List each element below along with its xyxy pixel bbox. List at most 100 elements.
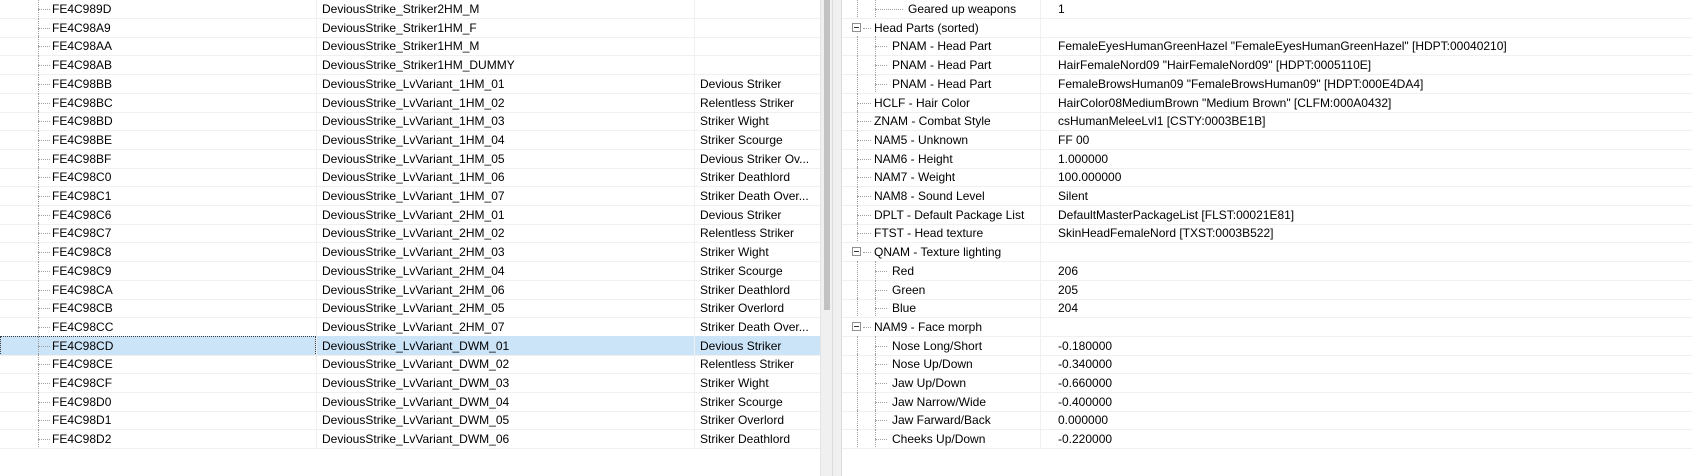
- record-formid-cell[interactable]: FE4C98CC: [0, 317, 316, 337]
- record-list-row[interactable]: FE4C98CC DeviousStrike_LvVariant_2HM_07 St…: [0, 316, 820, 337]
- record-formid-cell[interactable]: FE4C98BE: [0, 130, 316, 150]
- tree-field-label[interactable]: Jaw Farward/Back: [892, 410, 991, 430]
- record-list-row[interactable]: FE4C98D1 DeviousStrike_LvVariant_DWM_05 St…: [0, 410, 820, 431]
- tree-group-row[interactable]: NAM9 - Face morph: [842, 316, 1692, 337]
- record-editor-id-cell[interactable]: DeviousStrike_LvVariant_DWM_06: [316, 429, 694, 449]
- record-editor-id-cell[interactable]: DeviousStrike_LvVariant_DWM_02: [316, 354, 694, 374]
- record-editor-id-cell[interactable]: DeviousStrike_LvVariant_1HM_05: [316, 149, 694, 169]
- tree-field-row[interactable]: Jaw Up/Down -0.660000: [842, 373, 1692, 393]
- tree-field-value[interactable]: 205: [1058, 280, 1078, 300]
- tree-field-row[interactable]: ZNAM - Combat Style csHumanMeleeLvl1 [CST…: [842, 111, 1692, 132]
- record-editor-id-cell[interactable]: DeviousStrike_Striker1HM_DUMMY: [316, 55, 694, 75]
- record-formid-cell[interactable]: FE4C98C1: [0, 186, 316, 206]
- tree-field-row[interactable]: PNAM - Head Part FemaleBrowsHuman09 "Fema…: [842, 73, 1692, 94]
- record-name-cell[interactable]: Devious Striker: [694, 74, 820, 94]
- record-list-row[interactable]: FE4C98BC DeviousStrike_LvVariant_1HM_02 Re…: [0, 92, 820, 113]
- record-editor-id-cell[interactable]: DeviousStrike_LvVariant_2HM_07: [316, 317, 694, 337]
- record-formid-cell[interactable]: FE4C98CB: [0, 298, 316, 318]
- record-formid-cell[interactable]: FE4C98D2: [0, 429, 316, 449]
- record-name-cell[interactable]: Striker Scourge: [694, 261, 820, 281]
- record-name-cell[interactable]: Striker Deathlord: [694, 167, 820, 187]
- tree-field-value[interactable]: HairColor08MediumBrown "Medium Brown" [C…: [1058, 93, 1391, 113]
- tree-field-value[interactable]: FemaleBrowsHuman09 "FemaleBrowsHuman09" …: [1058, 74, 1423, 94]
- tree-field-value[interactable]: HairFemaleNord09 "HairFemaleNord09" [HDP…: [1058, 55, 1371, 75]
- tree-field-row[interactable]: Nose Long/Short -0.180000: [842, 335, 1692, 356]
- tree-field-value[interactable]: -0.180000: [1058, 336, 1112, 356]
- record-editor-id-cell[interactable]: DeviousStrike_LvVariant_DWM_03: [316, 373, 694, 393]
- tree-field-label[interactable]: PNAM - Head Part: [892, 55, 991, 75]
- record-editor-id-cell[interactable]: DeviousStrike_Striker1HM_M: [316, 36, 694, 56]
- tree-field-row[interactable]: NAM8 - Sound Level Silent: [842, 186, 1692, 206]
- record-name-cell[interactable]: Devious Striker Ov...: [694, 149, 820, 169]
- record-list-row[interactable]: FE4C98BE DeviousStrike_LvVariant_1HM_04 St…: [0, 129, 820, 150]
- tree-field-value[interactable]: csHumanMeleeLvl1 [CSTY:0003BE1B]: [1058, 111, 1265, 131]
- tree-group-row[interactable]: QNAM - Texture lighting: [842, 242, 1692, 263]
- record-formid-cell[interactable]: FE4C98A9: [0, 18, 316, 38]
- tree-field-value[interactable]: SkinHeadFemaleNord [TXST:0003B522]: [1058, 223, 1273, 243]
- record-formid-cell[interactable]: FE4C98AA: [0, 36, 316, 56]
- tree-field-row[interactable]: Red 206: [842, 260, 1692, 281]
- record-list-row[interactable]: FE4C98CB DeviousStrike_LvVariant_2HM_05 St…: [0, 298, 820, 319]
- tree-field-row[interactable]: Green 205: [842, 279, 1692, 300]
- record-list-row[interactable]: FE4C98BB DeviousStrike_LvVariant_1HM_01 De…: [0, 73, 820, 94]
- record-list-row[interactable]: FE4C98C0 DeviousStrike_LvVariant_1HM_06 St…: [0, 167, 820, 188]
- record-list-row[interactable]: FE4C98C1 DeviousStrike_LvVariant_1HM_07 St…: [0, 186, 820, 206]
- tree-field-label[interactable]: HCLF - Hair Color: [874, 93, 970, 113]
- record-formid-cell[interactable]: FE4C98D0: [0, 392, 316, 412]
- tree-field-value[interactable]: FF 00: [1058, 130, 1089, 150]
- tree-field-row[interactable]: Cheeks Up/Down -0.220000: [842, 429, 1692, 450]
- tree-field-label[interactable]: NAM6 - Height: [874, 149, 953, 169]
- record-formid-cell[interactable]: FE4C98C7: [0, 223, 316, 243]
- record-name-cell[interactable]: Striker Scourge: [694, 392, 820, 412]
- record-list-row[interactable]: FE4C98CF DeviousStrike_LvVariant_DWM_03 St…: [0, 373, 820, 393]
- tree-field-label[interactable]: Nose Long/Short: [892, 336, 982, 356]
- record-formid-cell[interactable]: FE4C98C0: [0, 167, 316, 187]
- record-list-row[interactable]: FE4C98CA DeviousStrike_LvVariant_2HM_06 St…: [0, 279, 820, 300]
- record-editor-id-cell[interactable]: DeviousStrike_LvVariant_2HM_01: [316, 205, 694, 225]
- tree-field-label[interactable]: Geared up weapons: [908, 0, 1016, 19]
- tree-field-value[interactable]: 0.000000: [1058, 410, 1108, 430]
- collapse-toggle-icon[interactable]: [852, 22, 861, 32]
- record-editor-id-cell[interactable]: DeviousStrike_LvVariant_1HM_04: [316, 130, 694, 150]
- record-name-cell[interactable]: [694, 0, 820, 19]
- record-name-cell[interactable]: [694, 55, 820, 75]
- tree-field-value[interactable]: -0.220000: [1058, 429, 1112, 449]
- record-editor-id-cell[interactable]: DeviousStrike_LvVariant_2HM_06: [316, 280, 694, 300]
- tree-field-label[interactable]: ZNAM - Combat Style: [874, 111, 991, 131]
- record-editor-id-cell[interactable]: DeviousStrike_LvVariant_2HM_02: [316, 223, 694, 243]
- record-formid-cell[interactable]: FE4C98BB: [0, 74, 316, 94]
- record-formid-cell[interactable]: FE4C98BF: [0, 149, 316, 169]
- record-name-cell[interactable]: Striker Overlord: [694, 298, 820, 318]
- record-name-cell[interactable]: Relentless Striker: [694, 354, 820, 374]
- record-editor-id-cell[interactable]: DeviousStrike_LvVariant_1HM_06: [316, 167, 694, 187]
- record-formid-cell[interactable]: FE4C98CA: [0, 280, 316, 300]
- collapse-toggle-icon[interactable]: [852, 247, 861, 257]
- record-formid-cell[interactable]: FE4C989D: [0, 0, 316, 19]
- record-name-cell[interactable]: Relentless Striker: [694, 93, 820, 113]
- record-name-cell[interactable]: Striker Deathlord: [694, 429, 820, 449]
- tree-field-value[interactable]: DefaultMasterPackageList [FLST:00021E81]: [1058, 205, 1294, 225]
- record-name-cell[interactable]: Striker Deathlord: [694, 280, 820, 300]
- record-formid-cell[interactable]: FE4C98BD: [0, 111, 316, 131]
- record-list-row[interactable]: FE4C98BF DeviousStrike_LvVariant_1HM_05 De…: [0, 148, 820, 169]
- tree-field-label[interactable]: PNAM - Head Part: [892, 74, 991, 94]
- record-formid-cell[interactable]: FE4C98C6: [0, 205, 316, 225]
- record-name-cell[interactable]: Striker Death Over...: [694, 186, 820, 206]
- tree-field-label[interactable]: Cheeks Up/Down: [892, 429, 985, 449]
- tree-field-value[interactable]: FemaleEyesHumanGreenHazel "FemaleEyesHum…: [1058, 36, 1507, 56]
- tree-field-value[interactable]: 204: [1058, 298, 1078, 318]
- tree-field-row[interactable]: DPLT - Default Package List DefaultMaster…: [842, 204, 1692, 225]
- record-editor-id-cell[interactable]: DeviousStrike_LvVariant_1HM_03: [316, 111, 694, 131]
- record-list-row[interactable]: FE4C98BD DeviousStrike_LvVariant_1HM_03 St…: [0, 111, 820, 132]
- record-list-row[interactable]: FE4C98CE DeviousStrike_LvVariant_DWM_02 Re…: [0, 354, 820, 375]
- tree-field-label[interactable]: FTST - Head texture: [874, 223, 983, 243]
- record-list-row[interactable]: FE4C98AB DeviousStrike_Striker1HM_DUMMY: [0, 55, 820, 76]
- record-formid-cell[interactable]: FE4C98C9: [0, 261, 316, 281]
- record-list-row[interactable]: FE4C98AA DeviousStrike_Striker1HM_M: [0, 36, 820, 57]
- record-formid-cell[interactable]: FE4C98D1: [0, 410, 316, 430]
- record-formid-cell[interactable]: FE4C98CD: [0, 335, 316, 356]
- record-list[interactable]: FE4C989D DeviousStrike_Striker2HM_M FE4C98…: [0, 0, 832, 476]
- tree-field-label[interactable]: Head Parts (sorted): [874, 18, 979, 38]
- tree-field-row[interactable]: NAM6 - Height 1.000000: [842, 148, 1692, 169]
- tree-field-value[interactable]: -0.660000: [1058, 373, 1112, 393]
